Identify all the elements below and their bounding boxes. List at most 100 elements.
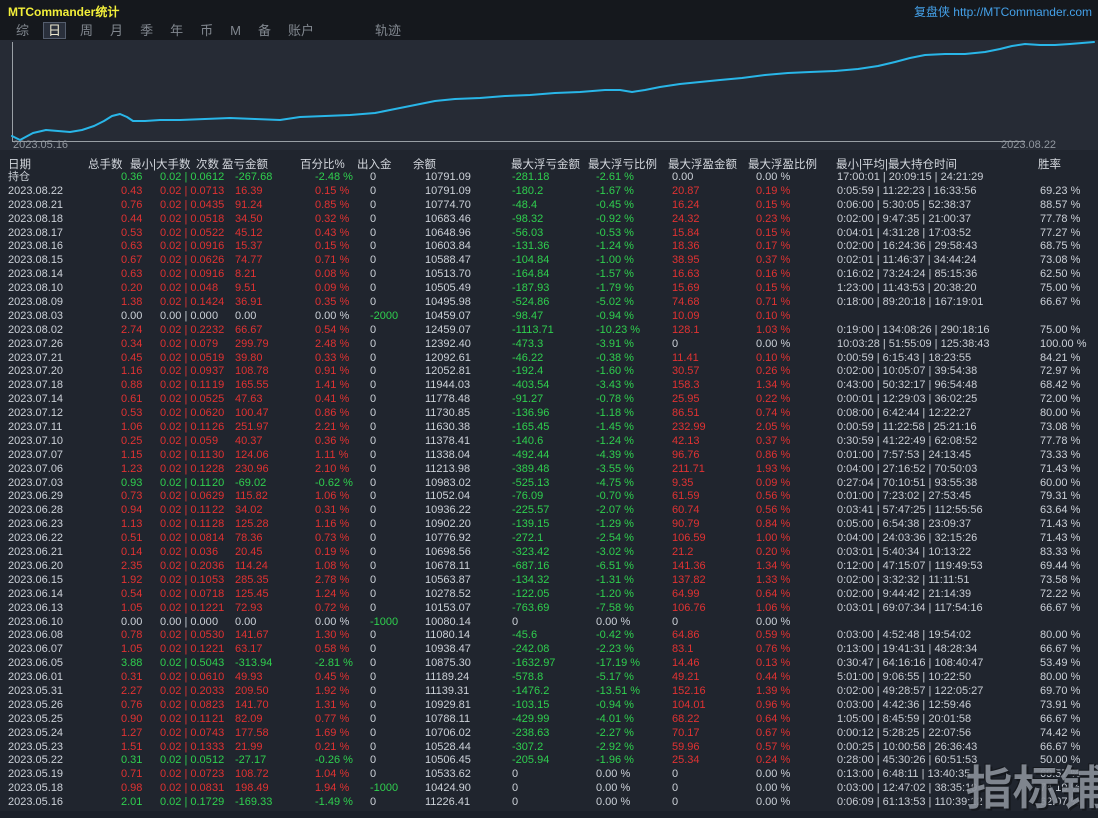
cell-date: 2023.08.03: [8, 310, 121, 324]
column-header-win_rate[interactable]: 胜率: [1038, 156, 1061, 172]
cell-trades: 16: [212, 268, 235, 282]
column-header-max_float_loss[interactable]: 最大浮亏金额: [511, 156, 580, 172]
cell-max_float_profit_pct: 0.20 %: [756, 546, 837, 560]
cell-hold_time_min_avg_max: 0:03:00 | 4:42:36 | 12:59:46: [837, 699, 1040, 713]
table-row[interactable]: 2023.05.180.980.02 | 0.0831198.491.94 %-…: [0, 782, 1098, 796]
menu-item-ri-selected[interactable]: 日: [43, 22, 66, 39]
table-row[interactable]: 2023.07.030.930.02 | 0.1120-69.02-0.62 %…: [0, 477, 1098, 491]
table-row[interactable]: 2023.08.100.200.02 | 0.0489.510.09 %0105…: [0, 282, 1098, 296]
table-row[interactable]: 2023.07.140.610.02 | 0.052547.630.41 %01…: [0, 393, 1098, 407]
table-row[interactable]: 2023.05.312.270.02 | 0.2033209.501.92 %0…: [0, 685, 1098, 699]
column-header-max_float_loss_pct[interactable]: 最大浮亏比例: [588, 156, 657, 172]
table-row[interactable]: 2023.05.231.510.02 | 0.133321.990.21 %01…: [0, 741, 1098, 755]
table-row[interactable]: 2023.07.260.340.02 | 0.079299.792.48 %01…: [0, 338, 1098, 352]
table-row[interactable]: 2023.06.151.920.02 | 0.1053285.352.78 %0…: [0, 574, 1098, 588]
menu-item-yue[interactable]: 月: [107, 22, 126, 39]
table-row[interactable]: 2023.07.180.880.02 | 0.1119165.551.41 %0…: [0, 379, 1098, 393]
cell-lot_min_max: 0.02 | 0.06: [160, 254, 212, 268]
cell-pnl_pct: 1.11 %: [315, 449, 370, 463]
table-row[interactable]: 2023.06.010.310.02 | 0.061049.930.45 %01…: [0, 671, 1098, 685]
cell-max_float_loss: -281.18: [512, 171, 596, 185]
table-row[interactable]: 2023.06.080.780.02 | 0.0530141.671.30 %0…: [0, 629, 1098, 643]
brand-link[interactable]: 复盘侠 http://MTCommander.com: [914, 3, 1092, 20]
menu-item-guiji[interactable]: 轨迹: [372, 22, 404, 39]
cell-max_float_profit_pct: 0.00 %: [756, 782, 837, 796]
table-row[interactable]: 2023.05.190.710.02 | 0.0723108.721.04 %0…: [0, 768, 1098, 782]
table-row[interactable]: 2023.05.250.900.02 | 0.112182.090.77 %01…: [0, 713, 1098, 727]
column-header-pnl_pct[interactable]: 百分比%: [300, 156, 345, 172]
table-row[interactable]: 2023.07.100.250.02 | 0.05940.370.36 %011…: [0, 435, 1098, 449]
cell-max_float_loss: -134.32: [512, 574, 596, 588]
table-row[interactable]: 2023.06.220.510.02 | 0.081478.360.73 %01…: [0, 532, 1098, 546]
column-header-max_float_profit_pct[interactable]: 最大浮盈比例: [748, 156, 817, 172]
cell-balance: 10459.07: [425, 310, 512, 324]
column-header-trades[interactable]: 次数: [196, 156, 219, 172]
table-row[interactable]: 2023.08.091.380.02 | 0.142436.910.35 %01…: [0, 296, 1098, 310]
table-row[interactable]: 2023.06.100.000.00 | 0.0000.000.00 %-100…: [0, 616, 1098, 630]
cell-max_float_profit_pct: 0.13 %: [756, 657, 837, 671]
table-row[interactable]: 2023.08.170.530.02 | 0.052245.120.43 %01…: [0, 227, 1098, 241]
table-row[interactable]: 2023.06.202.350.02 | 0.2036114.241.08 %0…: [0, 560, 1098, 574]
table-row[interactable]: 2023.07.071.150.02 | 0.1130124.061.11 %0…: [0, 449, 1098, 463]
table-row[interactable]: 2023.07.111.060.02 | 0.1126251.972.21 %0…: [0, 421, 1098, 435]
column-header-balance[interactable]: 余额: [413, 156, 436, 172]
cell-trades: 24: [212, 296, 235, 310]
table-row[interactable]: 2023.08.030.000.00 | 0.0000.000.00 %-200…: [0, 310, 1098, 324]
table-row[interactable]: 2023.05.241.270.02 | 0.0743177.581.69 %0…: [0, 727, 1098, 741]
cell-date: 2023.05.19: [8, 768, 121, 782]
table-row[interactable]: 2023.06.290.730.02 | 0.0629115.821.06 %0…: [0, 490, 1098, 504]
menu-item-nian[interactable]: 年: [167, 22, 186, 39]
menu-item-bei[interactable]: 备: [255, 22, 274, 39]
cell-win_rate: 62.50 %: [1040, 268, 1098, 282]
table-row[interactable]: 2023.08.022.740.02 | 0.223266.670.54 %01…: [0, 324, 1098, 338]
table-row[interactable]: 2023.06.071.050.02 | 0.122163.170.58 %01…: [0, 643, 1098, 657]
cell-pnl: 72.93: [235, 602, 315, 616]
column-header-max_float_profit[interactable]: 最大浮盈金额: [668, 156, 737, 172]
table-row[interactable]: 2023.08.150.670.02 | 0.062674.770.71 %01…: [0, 254, 1098, 268]
cell-pnl_pct: 0.33 %: [315, 352, 370, 366]
column-header-volume[interactable]: 总手数: [88, 156, 123, 172]
cell-win_rate: 71.43 %: [1040, 463, 1098, 477]
table-row[interactable]: 2023.06.280.940.02 | 0.112234.020.31 %01…: [0, 504, 1098, 518]
table-row[interactable]: 2023.07.210.450.02 | 0.051939.800.33 %01…: [0, 352, 1098, 366]
cell-max_float_profit: 24.32: [672, 213, 756, 227]
menu-item-m[interactable]: M: [227, 22, 244, 39]
table-row[interactable]: 持仓0.360.02 | 0.0612-267.68-2.48 %010791.…: [0, 171, 1098, 185]
table-row[interactable]: 2023.06.231.130.02 | 0.1128125.281.16 %0…: [0, 518, 1098, 532]
table-row[interactable]: 2023.08.160.630.02 | 0.091615.370.15 %01…: [0, 240, 1098, 254]
menu-item-zhanghu[interactable]: 账户: [285, 22, 317, 39]
table-row[interactable]: 2023.06.131.050.02 | 0.122172.930.72 %01…: [0, 602, 1098, 616]
cell-volume: 0.63: [121, 240, 160, 254]
cell-max_float_loss_pct: -1.29 %: [596, 518, 672, 532]
table-row[interactable]: 2023.06.210.140.02 | 0.03620.450.19 %010…: [0, 546, 1098, 560]
cell-win_rate: 66.67 %: [1040, 296, 1098, 310]
menu-item-zong[interactable]: 综: [13, 22, 32, 39]
table-row[interactable]: 2023.05.220.310.02 | 0.0512-27.17-0.26 %…: [0, 754, 1098, 768]
column-header-lot_min_max[interactable]: 最小|大手数: [130, 156, 191, 172]
cell-balance: 10080.14: [425, 616, 512, 630]
cell-trades: 0: [212, 310, 235, 324]
table-row[interactable]: 2023.05.162.010.02 | 0.1729-169.33-1.49 …: [0, 796, 1098, 810]
column-header-hold_time_min_avg_max[interactable]: 最小|平均|最大持仓时间: [836, 156, 957, 172]
menu-item-zhou[interactable]: 周: [77, 22, 96, 39]
cell-cash_flow: 0: [370, 754, 425, 768]
column-header-cash_flow[interactable]: 出入金: [357, 156, 392, 172]
cell-hold_time_min_avg_max: 0:30:59 | 41:22:49 | 62:08:52: [837, 435, 1040, 449]
table-row[interactable]: 2023.06.053.880.02 | 0.5043-313.94-2.81 …: [0, 657, 1098, 671]
table-row[interactable]: 2023.07.201.160.02 | 0.0937108.780.91 %0…: [0, 365, 1098, 379]
table-row[interactable]: 2023.05.260.760.02 | 0.0823141.701.31 %0…: [0, 699, 1098, 713]
table-row[interactable]: 2023.08.140.630.02 | 0.09168.210.08 %010…: [0, 268, 1098, 282]
table-row[interactable]: 2023.08.220.430.02 | 0.071316.390.15 %01…: [0, 185, 1098, 199]
menu-item-bi[interactable]: 币: [197, 22, 216, 39]
table-row[interactable]: 2023.08.210.760.02 | 0.043591.240.85 %01…: [0, 199, 1098, 213]
table-row[interactable]: 2023.07.120.530.02 | 0.0620100.470.86 %0…: [0, 407, 1098, 421]
table-row[interactable]: 2023.06.140.540.02 | 0.0718125.451.24 %0…: [0, 588, 1098, 602]
table-row[interactable]: 2023.08.180.440.02 | 0.051834.500.32 %01…: [0, 213, 1098, 227]
cell-date: 2023.08.21: [8, 199, 121, 213]
cell-hold_time_min_avg_max: 17:00:01 | 20:09:15 | 24:21:29: [837, 171, 1040, 185]
menu-item-ji[interactable]: 季: [137, 22, 156, 39]
cell-lot_min_max: 0.02 | 0.17: [160, 796, 212, 810]
column-header-pnl[interactable]: 盈亏金额: [222, 156, 268, 172]
column-header-date[interactable]: 日期: [8, 156, 31, 172]
table-row[interactable]: 2023.07.061.230.02 | 0.1228230.962.10 %0…: [0, 463, 1098, 477]
